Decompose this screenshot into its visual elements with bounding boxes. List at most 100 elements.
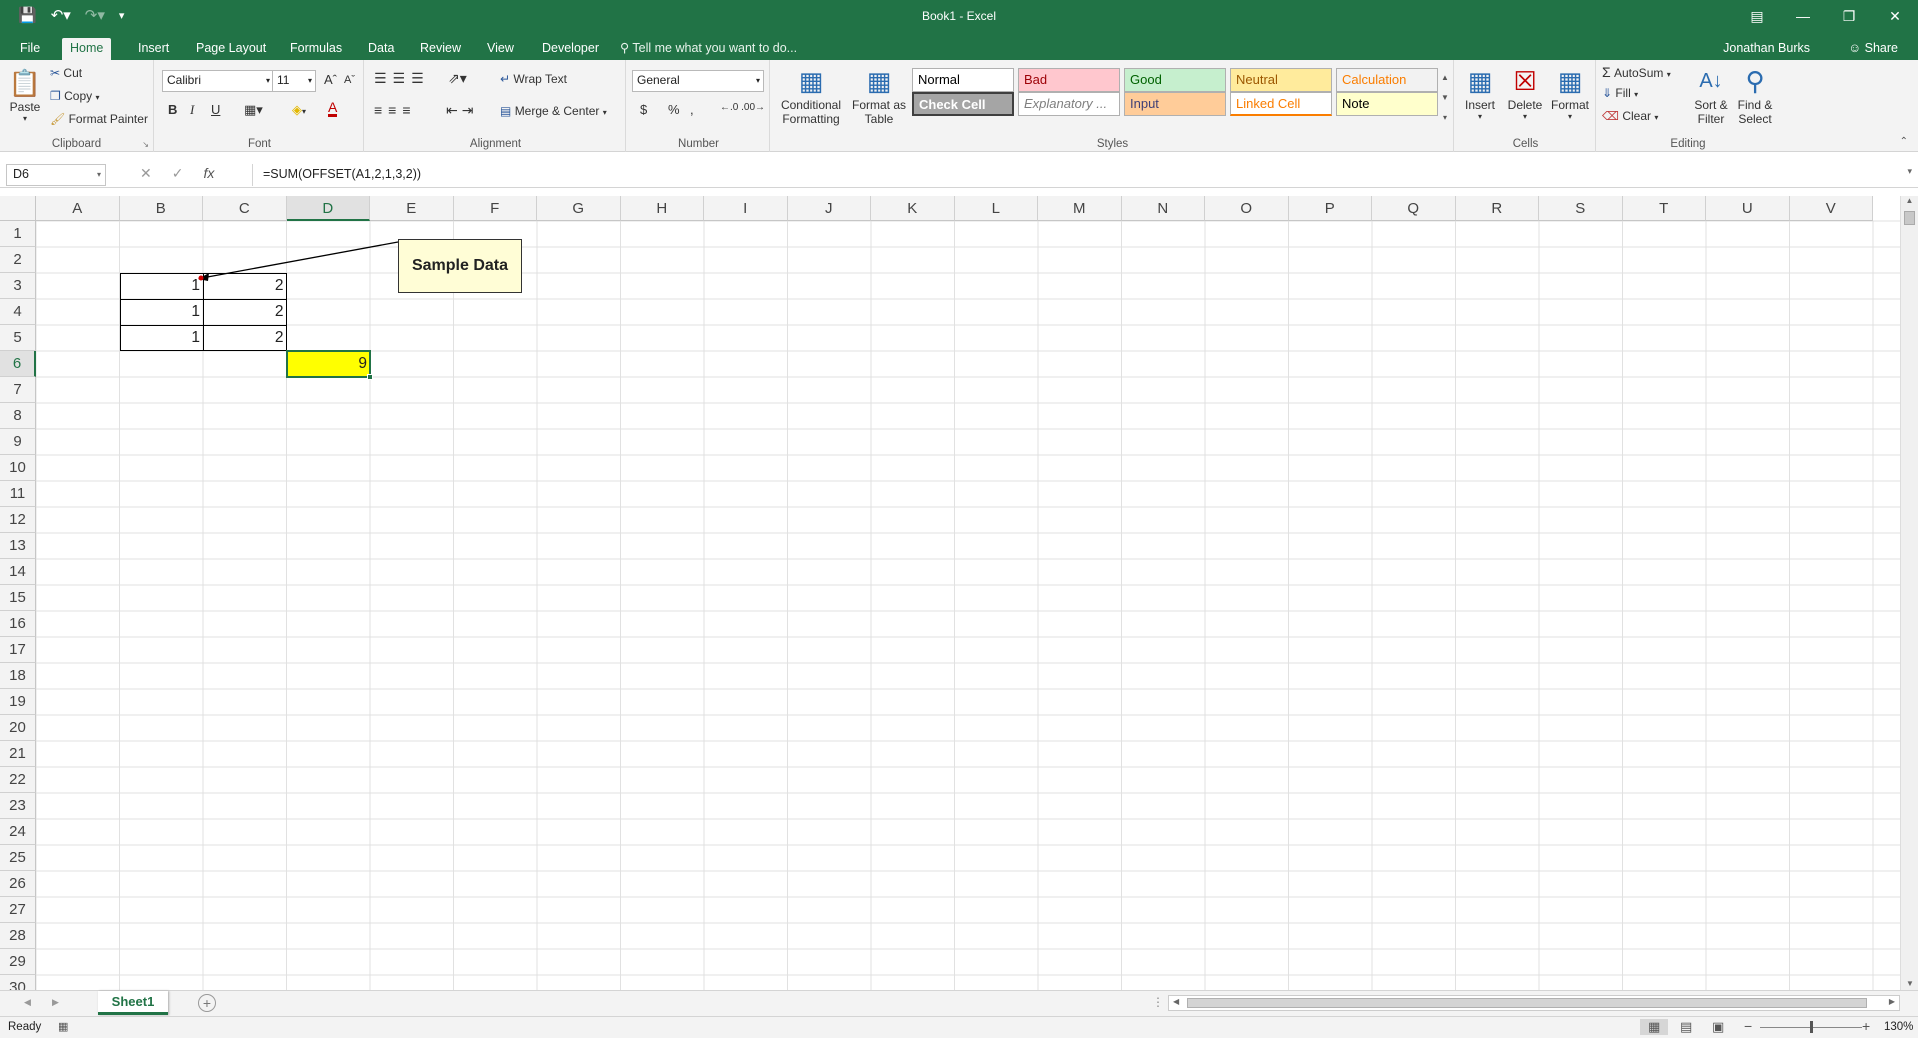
cell-c4[interactable]: 2 xyxy=(203,299,287,325)
column-header-o[interactable]: O xyxy=(1205,196,1289,221)
column-header-c[interactable]: C xyxy=(203,196,287,221)
cell-style-explanatory[interactable]: Explanatory ... xyxy=(1018,92,1120,116)
column-header-n[interactable]: N xyxy=(1121,196,1205,221)
scroll-down-icon[interactable]: ▼ xyxy=(1901,979,1918,988)
column-header-p[interactable]: P xyxy=(1288,196,1372,221)
macro-record-icon[interactable]: ▦ xyxy=(58,1020,68,1033)
italic-button[interactable]: I xyxy=(190,102,194,118)
column-header-v[interactable]: V xyxy=(1789,196,1873,221)
close-button[interactable]: ✕ xyxy=(1872,0,1918,34)
worksheet-grid[interactable]: ABCDEFGHIJKLMNOPQRSTUV 1 2 3 4 5 6 7 8 9 10 11 12 13… xyxy=(0,196,1918,990)
horizontal-scroll-thumb[interactable] xyxy=(1187,998,1867,1008)
normal-view-icon[interactable]: ▦ xyxy=(1640,1019,1669,1035)
name-box[interactable]: D6 ▾ xyxy=(6,164,106,186)
row-header-5[interactable]: 5 xyxy=(0,325,36,351)
copy-button[interactable]: ❐ Copy ▾ xyxy=(50,89,99,103)
row-header-26[interactable]: 26 xyxy=(0,871,36,897)
zoom-in-icon[interactable]: + xyxy=(1862,1018,1870,1034)
decimal-icons[interactable]: ←.0 .00→ xyxy=(720,102,765,113)
row-header-7[interactable]: 7 xyxy=(0,377,36,403)
insert-cells-button[interactable]: ▦ Insert ▾ xyxy=(1460,64,1500,121)
column-header-g[interactable]: G xyxy=(537,196,621,221)
tab-view[interactable]: View xyxy=(479,38,522,60)
sort-filter-button[interactable]: A↓ Sort & Filter xyxy=(1690,64,1732,126)
new-sheet-icon[interactable]: + xyxy=(198,994,216,1012)
font-color-icon[interactable]: A xyxy=(328,100,338,117)
cell-c5[interactable]: 2 xyxy=(203,325,287,351)
cell-style-calculation[interactable]: Calculation xyxy=(1336,68,1438,92)
row-header-29[interactable]: 29 xyxy=(0,949,36,975)
format-painter-button[interactable]: 🖌 Format Painter xyxy=(50,112,148,126)
number-format-dropdown[interactable]: General ▾ xyxy=(632,70,764,92)
format-cells-button[interactable]: ▦ Format ▾ xyxy=(1548,64,1592,121)
sheet-nav-next-icon[interactable]: ▶ xyxy=(52,997,59,1008)
clear-button[interactable]: ⌫ Clear ▾ xyxy=(1602,109,1658,123)
row-header-19[interactable]: 19 xyxy=(0,689,36,715)
row-header-14[interactable]: 14 xyxy=(0,559,36,585)
column-header-a[interactable]: A xyxy=(36,196,120,221)
tab-insert[interactable]: Insert xyxy=(130,38,177,60)
select-all-corner[interactable] xyxy=(0,196,36,221)
column-header-l[interactable]: L xyxy=(954,196,1038,221)
delete-cells-button[interactable]: ☒ Delete ▾ xyxy=(1504,64,1546,121)
cell-b3[interactable]: 1 xyxy=(120,273,204,299)
grow-font-icon[interactable]: Aˆ xyxy=(324,72,337,87)
fill-handle[interactable] xyxy=(367,374,373,380)
vertical-scrollbar[interactable]: ▲ ▼ xyxy=(1900,196,1918,990)
row-header-3[interactable]: 3 xyxy=(0,273,36,299)
row-header-4[interactable]: 4 xyxy=(0,299,36,325)
column-header-d[interactable]: D xyxy=(286,196,370,221)
tab-review[interactable]: Review xyxy=(412,38,469,60)
find-select-button[interactable]: ⚲ Find & Select xyxy=(1734,64,1776,126)
tab-home[interactable]: Home xyxy=(62,38,112,60)
row-header-1[interactable]: 1 xyxy=(0,221,36,247)
dialog-launcher-icon[interactable]: ↘ xyxy=(142,140,149,149)
shrink-font-icon[interactable]: Aˇ xyxy=(344,74,355,86)
zoom-level[interactable]: 130% xyxy=(1884,1021,1913,1033)
cell-style-normal[interactable]: Normal xyxy=(912,68,1014,92)
scroll-thumb[interactable] xyxy=(1904,211,1915,225)
ribbon-display-options-icon[interactable]: ▤ xyxy=(1734,0,1780,34)
scroll-up-icon[interactable]: ▲ xyxy=(1901,196,1918,205)
cell-style-check-cell[interactable]: Check Cell xyxy=(912,92,1014,116)
column-header-r[interactable]: R xyxy=(1455,196,1539,221)
column-header-j[interactable]: J xyxy=(787,196,871,221)
wrap-text-button[interactable]: ↵ Wrap Text xyxy=(500,72,567,86)
column-header-k[interactable]: K xyxy=(871,196,955,221)
fill-button[interactable]: ⇓ Fill ▾ xyxy=(1602,86,1638,100)
formula-input[interactable]: =SUM(OFFSET(A1,2,1,3,2)) xyxy=(252,164,1902,186)
sample-data-callout[interactable]: Sample Data xyxy=(398,239,522,293)
row-header-15[interactable]: 15 xyxy=(0,585,36,611)
row-header-18[interactable]: 18 xyxy=(0,663,36,689)
cell-style-good[interactable]: Good xyxy=(1124,68,1226,92)
horizontal-align-icons[interactable]: ≡≡≡ xyxy=(374,102,417,118)
page-break-view-icon[interactable]: ▣ xyxy=(1712,1019,1724,1035)
row-header-21[interactable]: 21 xyxy=(0,741,36,767)
row-header-11[interactable]: 11 xyxy=(0,481,36,507)
orientation-icon[interactable]: ⇗▾ xyxy=(448,70,467,87)
tab-formulas[interactable]: Formulas xyxy=(282,38,350,60)
column-header-m[interactable]: M xyxy=(1038,196,1122,221)
cell-c3[interactable]: 2 xyxy=(203,273,287,299)
column-header-e[interactable]: E xyxy=(370,196,454,221)
user-name[interactable]: Jonathan Burks xyxy=(1723,38,1810,58)
tab-file[interactable]: File xyxy=(12,38,48,60)
horizontal-scrollbar[interactable]: ◀ ▶ xyxy=(1168,995,1900,1011)
row-header-9[interactable]: 9 xyxy=(0,429,36,455)
column-header-s[interactable]: S xyxy=(1539,196,1623,221)
sheet-nav-prev-icon[interactable]: ◀ xyxy=(24,997,31,1008)
scroll-left-icon[interactable]: ◀ xyxy=(1173,997,1179,1006)
borders-icon[interactable]: ▦▾ xyxy=(244,102,263,118)
currency-button[interactable]: $ xyxy=(640,102,647,117)
row-header-17[interactable]: 17 xyxy=(0,637,36,663)
font-name-dropdown[interactable]: Calibri ▾ xyxy=(162,70,274,92)
expand-formula-bar-icon[interactable]: ▾ xyxy=(1907,166,1912,177)
cell-style-input[interactable]: Input xyxy=(1124,92,1226,116)
row-header-24[interactable]: 24 xyxy=(0,819,36,845)
vertical-align-icons[interactable]: ☰☰☰ xyxy=(374,70,430,87)
zoom-slider-thumb[interactable] xyxy=(1810,1021,1813,1033)
insert-function-icon[interactable]: fx xyxy=(203,165,214,182)
restore-button[interactable]: ❐ xyxy=(1826,0,1872,34)
row-header-28[interactable]: 28 xyxy=(0,923,36,949)
column-header-q[interactable]: Q xyxy=(1372,196,1456,221)
